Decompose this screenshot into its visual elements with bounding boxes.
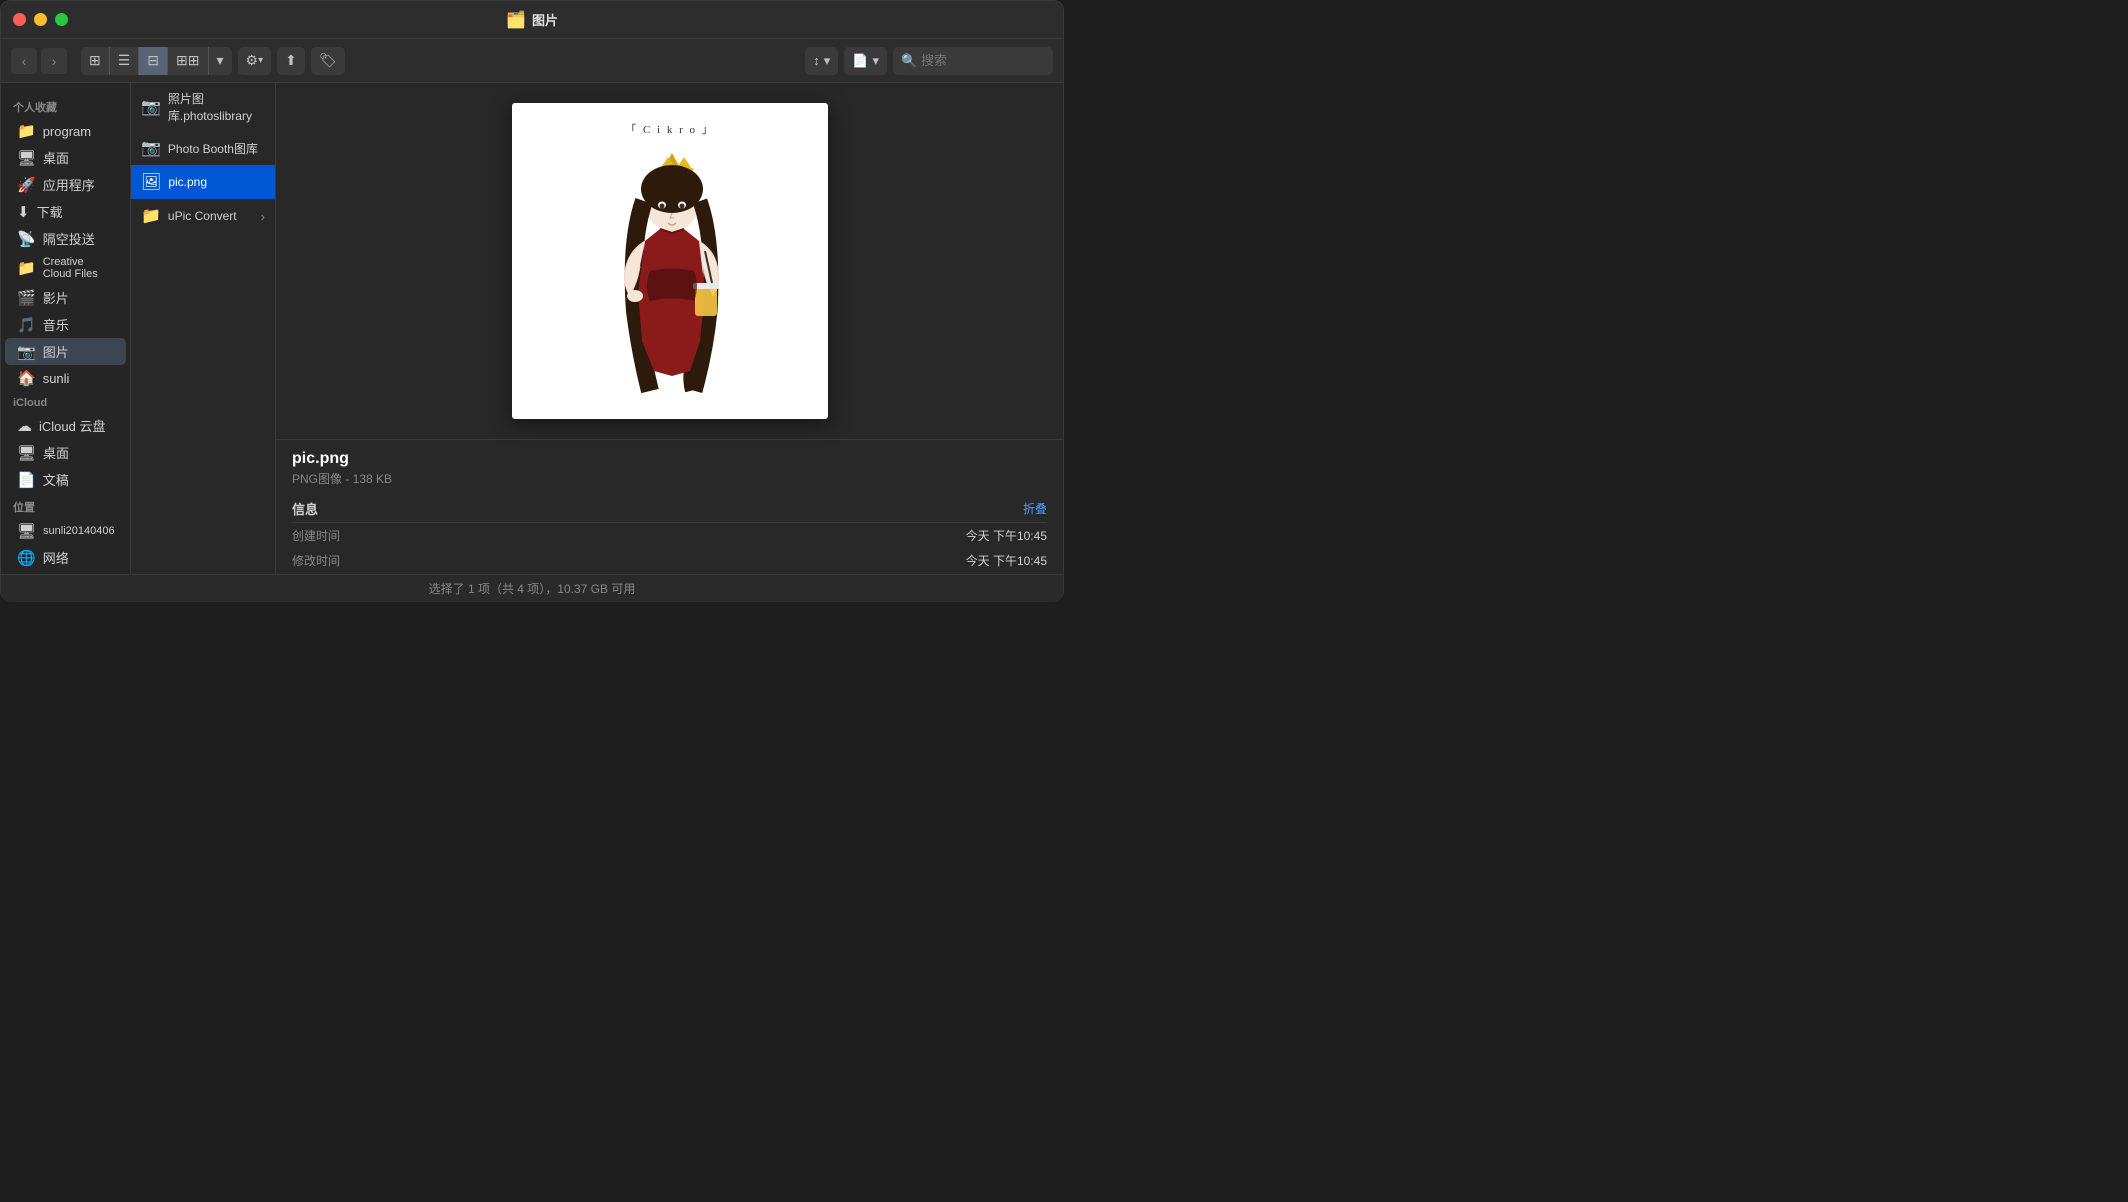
sidebar-section-icloud: iCloud <box>1 391 130 412</box>
info-header: 信息 折叠 <box>292 495 1047 523</box>
file-info-section: pic.png PNG图像 - 138 KB 信息 折叠 创建时间 今天 下午1… <box>276 439 1063 574</box>
created-label: 创建时间 <box>292 527 340 544</box>
collapse-button[interactable]: 折叠 <box>1023 500 1047 517</box>
minimize-button[interactable] <box>34 13 47 26</box>
sidebar-section-personal: 个人收藏 <box>1 93 130 118</box>
sort-arrow: ▾ <box>824 53 831 69</box>
image-container: 「 C i k r o 」 <box>512 103 828 419</box>
file-item[interactable]: 📷 Photo Booth图库 <box>131 131 275 165</box>
apps-icon: 🚀 <box>17 176 36 194</box>
gear-icon: ⚙ <box>246 52 259 69</box>
sidebar-item-mac[interactable]: 🖥 sunli20140406 <box>5 518 126 544</box>
list-view-button[interactable]: ☰ <box>110 47 140 75</box>
sidebar-section-location: 位置 <box>1 493 130 518</box>
desktop2-icon: 🖥 <box>17 444 36 462</box>
file-item[interactable]: 📷 照片图库.photoslibrary <box>131 83 275 131</box>
sidebar-item-icloud-desktop[interactable]: 🖥 桌面 <box>5 439 126 466</box>
file-list-panel: 📷 照片图库.photoslibrary 📷 Photo Booth图库 🖼 p… <box>131 83 276 574</box>
airdrop-icon: 📡 <box>17 230 36 248</box>
settings-button[interactable]: ⚙ ▾ <box>238 47 272 75</box>
network-icon: 🌐 <box>17 549 36 567</box>
modified-value: 今天 下午10:45 <box>966 552 1047 569</box>
file-info-arrow: ▾ <box>872 53 879 69</box>
cloud-folder-icon: 📁 <box>17 259 36 277</box>
sidebar-item-downloads[interactable]: ⬇ 下载 <box>5 198 126 225</box>
back-button[interactable]: ‹ <box>11 48 37 74</box>
folder-upic-icon: 📁 <box>141 206 161 226</box>
title-text: 图片 <box>532 10 558 29</box>
traffic-lights <box>13 13 68 26</box>
sidebar-item-creative-cloud[interactable]: 📁 Creative Cloud Files <box>5 252 126 284</box>
created-value: 今天 下午10:45 <box>966 527 1047 544</box>
computer-icon: 🖥 <box>17 522 36 540</box>
maximize-button[interactable] <box>55 13 68 26</box>
column-view-button[interactable]: ⊟ <box>139 47 168 75</box>
share-button[interactable]: ⬆ <box>277 47 305 75</box>
tag-button[interactable]: 🏷 <box>311 47 345 75</box>
file-info-dropdown[interactable]: 📄 ▾ <box>844 47 887 75</box>
download-icon: ⬇ <box>17 203 30 221</box>
sidebar-item-network[interactable]: 🌐 网络 <box>5 544 126 571</box>
search-wrapper: 🔍 <box>893 47 1053 75</box>
modified-label: 修改时间 <box>292 552 340 569</box>
svg-text:「 C i k r o 」: 「 C i k r o 」 <box>625 123 715 136</box>
file-item[interactable]: 📁 uPic Convert › <box>131 199 275 233</box>
sidebar-item-program[interactable]: 📁 program <box>5 118 126 144</box>
preview-panel: 「 C i k r o 」 <box>276 83 1063 574</box>
sidebar-item-music[interactable]: 🎵 音乐 <box>5 311 126 338</box>
tag-icon: 🏷 <box>319 52 337 69</box>
modified-row: 修改时间 今天 下午10:45 <box>292 548 1047 573</box>
main-layout: 个人收藏 📁 program 🖥 桌面 🚀 应用程序 ⬇ 下载 📡 隔空投送 📁… <box>1 83 1063 574</box>
preview-image: 「 C i k r o 」 <box>520 111 820 411</box>
sidebar-item-pictures[interactable]: 📷 图片 <box>5 338 126 365</box>
icloud-icon: ☁ <box>17 417 32 435</box>
movies-icon: 🎬 <box>17 289 36 307</box>
view-mode-group: ⊞ ☰ ⊟ ⊞⊞ ▾ <box>81 47 232 75</box>
music-icon: 🎵 <box>17 316 36 334</box>
folder-icon: 📁 <box>17 122 36 140</box>
sort-dropdown[interactable]: ↕ ▾ <box>805 47 838 75</box>
sidebar-item-airdrop[interactable]: 📡 隔空投送 <box>5 225 126 252</box>
created-row: 创建时间 今天 下午10:45 <box>292 523 1047 548</box>
sidebar-item-icloud-drive[interactable]: ☁ iCloud 云盘 <box>5 412 126 439</box>
file-meta: PNG图像 - 138 KB <box>292 470 1047 487</box>
sidebar: 个人收藏 📁 program 🖥 桌面 🚀 应用程序 ⬇ 下载 📡 隔空投送 📁… <box>1 83 131 574</box>
png-icon: 🖼 <box>141 172 161 192</box>
file-name: pic.png <box>292 450 1047 468</box>
preview-content: 「 C i k r o 」 <box>276 83 1063 439</box>
view-options-button[interactable]: ▾ <box>209 47 232 75</box>
photobooth-icon: 📷 <box>141 138 161 158</box>
sort-icon: ↕ <box>813 53 820 68</box>
window-title: 🗂️ 图片 <box>506 10 558 30</box>
photolibrary-icon: 📷 <box>141 97 161 117</box>
chevron-right-icon: › <box>261 209 265 224</box>
gallery-view-button[interactable]: ⊞⊞ <box>168 47 208 75</box>
desktop-icon: 🖥 <box>17 149 36 167</box>
sidebar-item-desktop1[interactable]: 🖥 桌面 <box>5 144 126 171</box>
home-icon: 🏠 <box>17 369 36 387</box>
titlebar: 🗂️ 图片 <box>1 1 1063 39</box>
folder-icon: 🗂️ <box>506 10 526 30</box>
forward-button[interactable]: › <box>41 48 67 74</box>
file-info-icon: 📄 <box>852 53 868 69</box>
sidebar-item-apps[interactable]: 🚀 应用程序 <box>5 171 126 198</box>
icon-view-button[interactable]: ⊞ <box>81 47 110 75</box>
pictures-icon: 📷 <box>17 343 36 361</box>
sidebar-item-home[interactable]: 🏠 sunli <box>5 365 126 391</box>
nav-buttons: ‹ › <box>11 48 67 74</box>
toolbar: ‹ › ⊞ ☰ ⊟ ⊞⊞ ▾ ⚙ ▾ ⬆ 🏷 ↕ ▾ 📄 ▾ 🔍 <box>1 39 1063 83</box>
doc-icon: 📄 <box>17 471 36 489</box>
status-text: 选择了 1 项（共 4 项），10.37 GB 可用 <box>429 580 636 597</box>
sidebar-item-movies[interactable]: 🎬 影片 <box>5 284 126 311</box>
file-item-selected[interactable]: 🖼 pic.png <box>131 165 275 199</box>
search-input[interactable] <box>893 47 1053 75</box>
settings-arrow: ▾ <box>258 55 263 66</box>
close-button[interactable] <box>13 13 26 26</box>
sidebar-item-documents[interactable]: 📄 文稿 <box>5 466 126 493</box>
info-title: 信息 <box>292 499 318 518</box>
share-icon: ⬆ <box>285 52 297 69</box>
statusbar: 选择了 1 项（共 4 项），10.37 GB 可用 <box>1 574 1063 602</box>
info-section: 信息 折叠 创建时间 今天 下午10:45 修改时间 今天 下午10:45 <box>292 495 1047 574</box>
